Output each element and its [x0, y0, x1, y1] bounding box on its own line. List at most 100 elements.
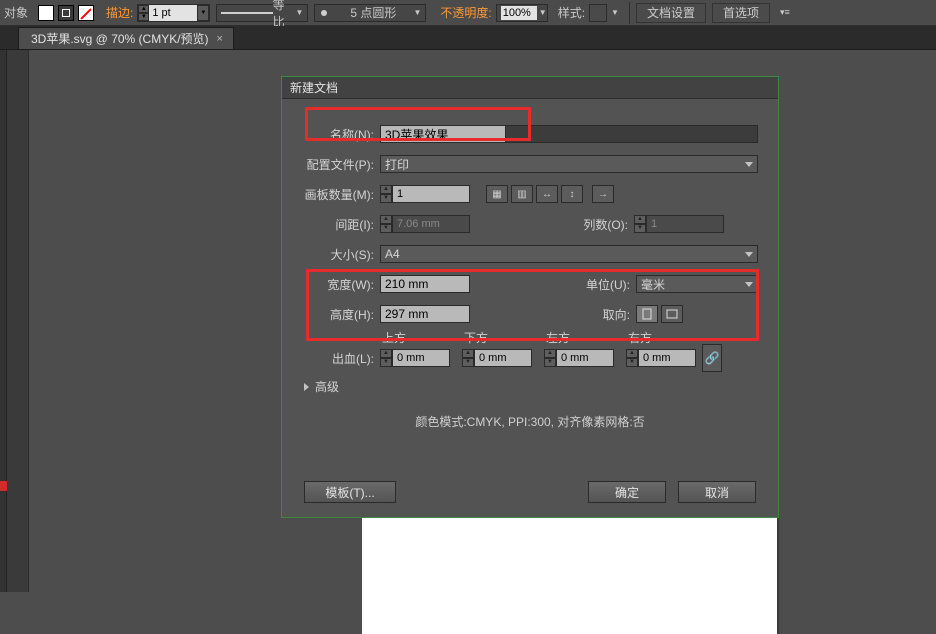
chevron-up-icon[interactable]: ▲	[380, 215, 392, 224]
artboards-label: 画板数量(M):	[302, 186, 374, 203]
name-input-ext[interactable]	[506, 126, 757, 142]
dropdown-chevron-icon[interactable]: ▼	[197, 5, 209, 21]
dialog-title: 新建文档	[282, 77, 778, 99]
stroke-weight-stepper[interactable]: ▲▼ 1 pt ▼	[137, 4, 210, 22]
chevron-down-icon: ▼	[539, 8, 547, 17]
spacing-label: 间距(I):	[302, 216, 374, 233]
opacity-input[interactable]	[501, 6, 537, 20]
chevron-down-icon[interactable]: ▼	[634, 224, 646, 233]
dot-icon	[319, 8, 333, 18]
chevron-up-icon[interactable]: ▲	[380, 185, 392, 194]
graphic-style-swatch[interactable]	[589, 4, 607, 22]
bleed-bottom-stepper[interactable]: ▲▼0 mm	[462, 349, 532, 367]
bleed-bottom-value[interactable]: 0 mm	[474, 349, 532, 367]
landscape-icon	[666, 309, 678, 319]
chevron-up-icon[interactable]: ▲	[634, 215, 646, 224]
stroke-weight-value[interactable]: 1 pt	[149, 5, 197, 21]
height-field[interactable]	[380, 305, 470, 323]
grid-by-row-icon[interactable]: ▦	[486, 185, 508, 203]
artboards-value[interactable]: 1	[392, 185, 470, 203]
chevron-down-icon	[745, 162, 753, 167]
line-shape-icon	[221, 9, 272, 17]
height-label: 高度(H):	[302, 306, 374, 323]
template-button[interactable]: 模板(T)...	[304, 481, 396, 503]
artboards-stepper[interactable]: ▲▼ 1	[380, 185, 470, 203]
profile-dropdown[interactable]: 打印	[380, 155, 758, 173]
chevron-up-icon[interactable]: ▲	[138, 5, 149, 13]
ok-button[interactable]: 确定	[588, 481, 666, 503]
grid-by-column-icon[interactable]: ▥	[511, 185, 533, 203]
orientation-portrait-icon[interactable]	[636, 305, 658, 323]
chevron-down-icon[interactable]: ▼	[380, 224, 392, 233]
disclosure-triangle-icon	[304, 383, 309, 391]
close-icon[interactable]: ×	[217, 33, 223, 45]
document-tab-title: 3D苹果.svg @ 70% (CMYK/预览)	[31, 30, 209, 47]
bleed-right-label: 右方	[628, 329, 710, 346]
link-bleed-icon[interactable]: 🔗	[702, 344, 722, 372]
chevron-down-icon: ▼	[295, 8, 303, 17]
columns-label: 列数(O):	[470, 216, 628, 233]
bleed-bottom-label: 下方	[464, 329, 546, 346]
profile-value: 打印	[385, 156, 409, 173]
fill-swatch[interactable]	[38, 5, 54, 21]
divider	[629, 2, 630, 24]
bleed-left-stepper[interactable]: ▲▼0 mm	[544, 349, 614, 367]
chevron-down-icon[interactable]: ▼	[380, 194, 392, 203]
columns-stepper[interactable]: ▲▼ 1	[634, 215, 724, 233]
mode-info: 颜色模式:CMYK, PPI:300, 对齐像素网格:否	[302, 413, 758, 430]
size-dropdown[interactable]: A4	[380, 245, 758, 263]
bleed-top-value[interactable]: 0 mm	[392, 349, 450, 367]
chevron-down-icon[interactable]: ▼	[611, 8, 619, 17]
bleed-left-value[interactable]: 0 mm	[556, 349, 614, 367]
orientation-label: 取向:	[470, 306, 630, 323]
spacing-stepper[interactable]: ▲▼ 7.06 mm	[380, 215, 470, 233]
chevron-down-icon[interactable]: ▼	[138, 13, 149, 21]
advanced-label: 高级	[315, 378, 339, 395]
height-input[interactable]	[381, 306, 469, 322]
variable-width-dropdown[interactable]: 等比 ▼	[216, 4, 308, 22]
spacing-value: 7.06 mm	[392, 215, 470, 233]
style-label: 样式:	[558, 4, 585, 21]
new-document-dialog: 新建文档 名称(N): 配置文件(P): 打印 画板数量(M): ▲▼ 1 ▦ …	[281, 76, 779, 518]
orientation-landscape-icon[interactable]	[661, 305, 683, 323]
chevron-down-icon	[745, 252, 753, 257]
none-swatch[interactable]	[78, 5, 94, 21]
chevron-down-icon: ▼	[413, 8, 421, 17]
arrange-column-icon[interactable]: ↕	[561, 185, 583, 203]
document-tab[interactable]: 3D苹果.svg @ 70% (CMYK/预览) ×	[18, 27, 234, 49]
units-label: 单位(U):	[470, 276, 630, 293]
width-label: 宽度(W):	[302, 276, 374, 293]
dialog-buttons: 模板(T)... 确定 取消	[282, 481, 778, 503]
bleed-right-value[interactable]: 0 mm	[638, 349, 696, 367]
columns-value: 1	[646, 215, 724, 233]
advanced-toggle[interactable]: 高级	[304, 378, 758, 395]
name-field-ext[interactable]	[506, 125, 758, 143]
ruler-vertical	[7, 50, 29, 592]
opacity-label: 不透明度:	[440, 4, 491, 21]
flyout-icon[interactable]: ▾≡	[780, 7, 790, 18]
stroke-label: 描边:	[106, 4, 133, 21]
profile-label: 配置文件(P):	[302, 156, 374, 173]
arrange-rtl-icon[interactable]: →	[592, 185, 614, 203]
arrange-row-icon[interactable]: ↔	[536, 185, 558, 203]
chevron-down-icon	[745, 282, 753, 287]
stroke-swatch[interactable]	[58, 5, 74, 21]
width-input[interactable]	[381, 276, 469, 292]
document-tabs: 3D苹果.svg @ 70% (CMYK/预览) ×	[0, 26, 936, 50]
size-label: 大小(S):	[302, 246, 374, 263]
name-field[interactable]	[380, 125, 506, 143]
document-setup-button[interactable]: 文档设置	[636, 3, 706, 23]
brush-dropdown[interactable]: 5 点圆形 ▼	[314, 4, 426, 22]
units-dropdown[interactable]: 毫米	[636, 275, 758, 293]
menu-object[interactable]: 对象	[4, 4, 28, 21]
name-input[interactable]	[381, 126, 505, 142]
bleed-top-stepper[interactable]: ▲▼0 mm	[380, 349, 450, 367]
cancel-button[interactable]: 取消	[678, 481, 756, 503]
bleed-right-stepper[interactable]: ▲▼0 mm	[626, 349, 696, 367]
tool-edge	[0, 50, 7, 592]
preferences-button[interactable]: 首选项	[712, 3, 770, 23]
width-field[interactable]	[380, 275, 470, 293]
bleed-label: 出血(L):	[302, 350, 374, 367]
opacity-field[interactable]: ▼	[496, 4, 548, 22]
options-bar: 对象 描边: ▲▼ 1 pt ▼ 等比 ▼ 5 点圆形 ▼ 不透明度: ▼ 样式…	[0, 0, 936, 26]
